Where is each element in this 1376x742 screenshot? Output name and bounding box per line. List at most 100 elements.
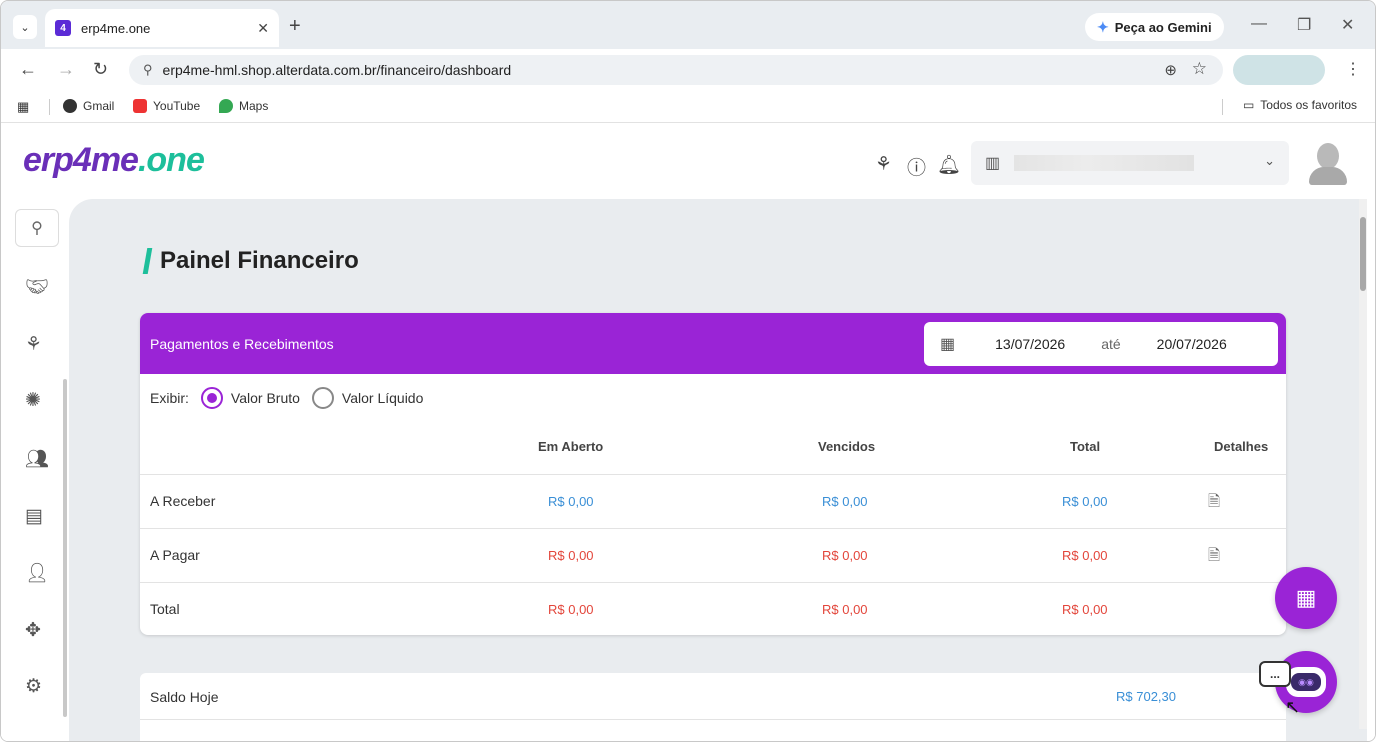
browser-tab[interactable]: 4 erp4me.one ✕ [45,9,279,47]
help-icon[interactable]: ⓘ [907,153,926,180]
column-header-overdue: Vencidos [818,439,876,454]
column-header-total: Total [1070,439,1101,454]
calendar-icon: ▦ [940,336,956,353]
bookmarks-bar: ▦ Gmail YouTube Maps ▭ Todos os favorito… [1,91,1375,123]
sidebar-scrollbar[interactable] [63,379,67,717]
tab-strip: ⌄ 4 erp4me.one ✕ + ✦ Peça ao Gemini — ❐ … [1,1,1375,49]
value-type-selector: Exibir: Valor Bruto Valor Líquido [150,387,423,409]
maps-pin-icon [219,99,233,113]
tab-close-icon[interactable]: ✕ [257,20,269,37]
report-document-icon[interactable]: ▤ [25,505,43,528]
settings-gear-icon[interactable]: ⚙ [25,675,42,698]
bookmark-label: Maps [239,99,269,113]
cubes-icon[interactable]: ⚘ [25,333,42,356]
forward-arrow-icon[interactable]: → [57,59,75,80]
users-icon[interactable]: 👥︎ [25,447,49,471]
tab-favicon-icon: 4 [55,20,71,36]
radio-gross-label[interactable]: Valor Bruto [231,390,300,406]
back-arrow-icon[interactable]: ← [19,59,37,80]
title-accent-bar [142,248,153,274]
bookmark-maps[interactable]: Maps [219,99,268,113]
mouse-cursor-icon: ↖ [1285,697,1301,717]
table-header: Em Aberto Vencidos Total Detalhes [140,439,1286,475]
minimize-icon[interactable]: — [1251,15,1267,33]
row-label: A Pagar [150,547,200,563]
cell-open: R$ 0,00 [548,494,594,509]
details-document-icon[interactable]: 🗎︎ [1208,545,1220,570]
bookmark-gmail[interactable]: Gmail [63,99,114,113]
profile-button[interactable] [1233,55,1325,85]
bookmarks-divider [1222,99,1223,115]
bookmark-star-icon[interactable]: ☆ [1192,59,1207,79]
browser-menu-icon[interactable]: ⋮ [1345,59,1361,79]
logo-text-suffix: .one [137,141,205,179]
row-divider [140,719,1286,720]
page-title: Painel Financeiro [142,247,359,275]
gemini-button[interactable]: ✦ Peça ao Gemini [1085,13,1224,41]
sidebar: ⚲ 🤝︎ ⚘ ✺ 👥︎ ▤ 👤︎ ✥ ⚙ [1,199,71,741]
chat-bubble-icon[interactable]: ... [1259,661,1291,687]
reload-icon[interactable]: ↻ [93,59,108,80]
payments-card-header: Pagamentos e Recebimentos ▦ 13/07/2026 a… [140,313,1286,374]
cell-total: R$ 0,00 [1062,548,1108,563]
cell-overdue: R$ 0,00 [822,494,868,509]
restore-icon[interactable]: ❐ [1297,15,1311,35]
folder-icon: ▭ [1242,98,1255,112]
app-header: erp4me.one ⚘ ⓘ 🔔︎ ▥ ⌄ [1,127,1375,199]
row-label: A Receber [150,493,216,509]
page-scrollbar-thumb[interactable] [1360,217,1366,291]
all-bookmarks-folder[interactable]: ▭ Todos os favoritos [1243,98,1357,112]
company-selector[interactable]: ▥ ⌄ [971,141,1289,185]
balance-value: R$ 702,30 [1116,689,1176,704]
show-label: Exibir: [150,390,189,406]
date-end[interactable]: 20/07/2026 [1157,336,1227,352]
radio-gross-value[interactable] [200,387,223,409]
date-range-picker[interactable]: ▦ 13/07/2026 até 20/07/2026 [924,322,1278,366]
app-container: erp4me.one ⚘ ⓘ 🔔︎ ▥ ⌄ ⚲ 🤝︎ ⚘ ✺ 👥︎ ▤ 👤︎ ✥… [1,127,1375,741]
site-info-icon[interactable]: ⚲ [143,62,153,78]
table-row: A Pagar R$ 0,00 R$ 0,00 R$ 0,00 🗎︎ [140,529,1286,583]
window-close-icon[interactable]: ✕ [1341,15,1354,35]
app-logo[interactable]: erp4me.one [23,141,205,180]
browser-window: ⌄ 4 erp4me.one ✕ + ✦ Peça ao Gemini — ❐ … [0,0,1376,742]
bookmark-youtube[interactable]: YouTube [133,99,200,113]
robot-eyes: ◉◉ [1291,673,1321,691]
zoom-icon[interactable]: ⊕ [1164,61,1177,79]
date-start[interactable]: 13/07/2026 [995,336,1065,352]
row-label: Total [150,601,180,617]
bookmarks-divider [49,99,50,115]
puzzle-icon[interactable]: ✥ [25,619,41,642]
address-bar[interactable]: ⚲ erp4me-hml.shop.alterdata.com.br/finan… [129,55,1223,85]
user-finance-icon[interactable]: 👤︎ [25,561,49,585]
bookmark-label: Gmail [83,99,115,113]
column-header-open: Em Aberto [538,439,604,454]
cell-overdue: R$ 0,00 [822,548,868,563]
page-title-text: Painel Financeiro [160,247,359,274]
column-header-details: Detalhes [1214,439,1269,454]
search-icon[interactable]: ⚲ [15,209,59,247]
modules-icon[interactable]: ⚘ [875,153,892,176]
tab-search-chevron-icon[interactable]: ⌄ [13,15,37,39]
user-avatar[interactable] [1309,141,1347,185]
table-row: A Receber R$ 0,00 R$ 0,00 R$ 0,00 🗎︎ [140,475,1286,529]
notification-bell-icon[interactable]: 🔔︎ [937,153,961,177]
building-icon: ▥ [985,155,1001,172]
logo-text-main: erp4me [23,141,139,179]
chevron-down-icon: ⌄ [1264,153,1275,168]
url-text[interactable]: erp4me-hml.shop.alterdata.com.br/finance… [163,62,512,78]
browser-toolbar: ← → ↻ ⚲ erp4me-hml.shop.alterdata.com.br… [1,49,1375,91]
apps-grid-icon[interactable]: ▦ [17,99,29,115]
cell-overdue: R$ 0,00 [822,602,868,617]
date-until-label: até [1101,336,1121,352]
new-tab-plus-icon[interactable]: + [289,15,301,38]
handshake-icon[interactable]: 🤝︎ [25,275,49,299]
gemini-label: Peça ao Gemini [1114,19,1212,35]
tiger-icon[interactable]: ✺ [25,389,41,412]
avatar-head [1317,143,1339,169]
details-document-icon[interactable]: 🗎︎ [1208,491,1220,516]
gmail-icon [63,99,77,113]
radio-net-label[interactable]: Valor Líquido [342,390,423,406]
cell-open: R$ 0,00 [548,602,594,617]
apps-grid-fab[interactable]: ▦ [1275,567,1337,629]
radio-net-value[interactable] [311,387,334,409]
